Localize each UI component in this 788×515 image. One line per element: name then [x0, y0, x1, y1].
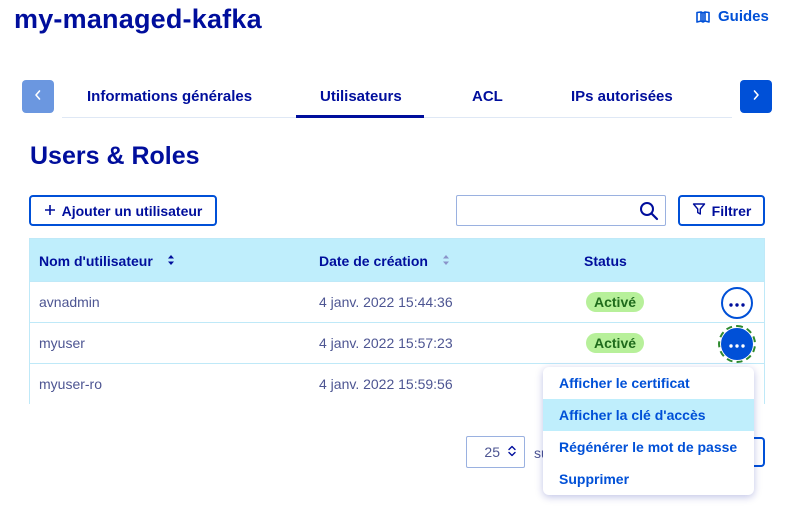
row-actions-menu: Afficher le certificat Afficher la clé d… [543, 367, 754, 495]
page-title: my-managed-kafka [14, 4, 262, 34]
username-cell: avnadmin [39, 294, 100, 310]
filter-label: Filtrer [711, 202, 752, 219]
add-user-button[interactable]: Ajouter un utilisateur [29, 195, 217, 226]
menu-item-delete[interactable]: Supprimer [543, 463, 754, 495]
column-header-created[interactable]: Date de création [319, 253, 450, 269]
column-header-username[interactable]: Nom d'utilisateur [39, 253, 175, 269]
guides-label: Guides [718, 8, 769, 25]
menu-item-regenerate-password[interactable]: Régénérer le mot de passe [543, 431, 754, 463]
tab-active-indicator [296, 115, 424, 118]
username-cell: myuser-ro [39, 376, 103, 392]
created-cell: 4 janv. 2022 15:57:23 [319, 335, 453, 351]
section-title: Users & Roles [30, 142, 200, 170]
username-cell: myuser [39, 335, 85, 351]
sort-icon [442, 253, 450, 269]
book-icon [696, 10, 710, 23]
row-actions-button[interactable] [721, 287, 753, 319]
created-cell: 4 janv. 2022 15:59:56 [319, 376, 453, 392]
tab-acl[interactable]: ACL [472, 88, 503, 105]
filter-icon [692, 202, 706, 219]
search-icon[interactable] [639, 201, 659, 226]
more-icon [729, 335, 745, 353]
more-icon [729, 294, 745, 312]
tab-utilisateurs[interactable]: Utilisateurs [320, 88, 402, 105]
chevron-left-icon [33, 88, 43, 106]
add-user-label: Ajouter un utilisateur [61, 202, 203, 219]
column-header-status: Status [584, 253, 627, 269]
search-field [456, 195, 666, 226]
created-cell: 4 janv. 2022 15:44:36 [319, 294, 453, 310]
page-size-value: 25 [484, 444, 500, 460]
page-size-select[interactable]: 25 [466, 436, 525, 468]
updown-chevron-icon [508, 444, 516, 460]
tabs-scroll-right-button[interactable] [740, 80, 772, 113]
table-row: myuser 4 janv. 2022 15:57:23 Activé [30, 322, 764, 363]
table-row: avnadmin 4 janv. 2022 15:44:36 Activé [30, 281, 764, 322]
row-actions-button[interactable] [718, 325, 756, 363]
filter-button[interactable]: Filtrer [678, 195, 765, 226]
status-badge: Activé [586, 292, 645, 312]
menu-item-show-certificate[interactable]: Afficher le certificat [543, 367, 754, 399]
guides-link[interactable]: Guides [696, 8, 769, 25]
plus-icon [44, 203, 56, 219]
menu-item-show-access-key[interactable]: Afficher la clé d'accès [543, 399, 754, 431]
chevron-right-icon [751, 88, 761, 106]
tabs-scroll-left-button[interactable] [22, 80, 54, 113]
column-created-label: Date de création [319, 253, 428, 269]
table-header: Nom d'utilisateur Date de création Statu… [30, 239, 764, 281]
status-badge: Activé [586, 333, 645, 353]
search-input[interactable] [457, 196, 635, 225]
tab-ips-autorisees[interactable]: IPs autorisées [571, 88, 673, 105]
sort-icon [167, 253, 175, 269]
column-username-label: Nom d'utilisateur [39, 253, 153, 269]
tab-informations-generales[interactable]: Informations générales [87, 88, 252, 105]
